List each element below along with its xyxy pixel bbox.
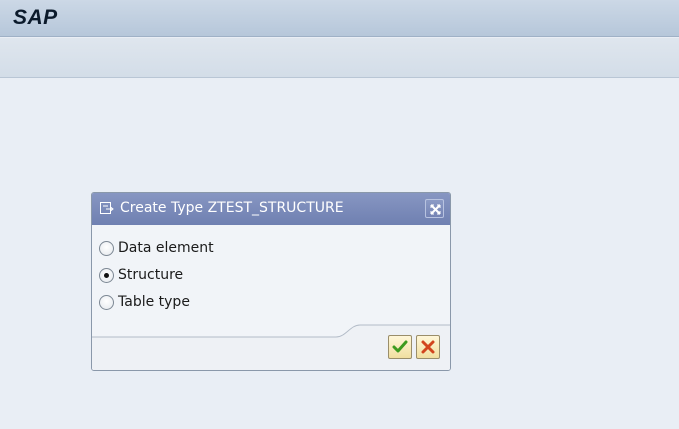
dialog-title: Create Type ZTEST_STRUCTURE	[120, 200, 344, 216]
option-table-type[interactable]: Table type	[97, 291, 317, 313]
dialog-close-button[interactable]	[425, 199, 444, 218]
cancel-button[interactable]	[416, 335, 440, 359]
create-type-dialog: Create Type ZTEST_STRUCTURE Data element…	[91, 192, 451, 371]
close-icon	[430, 204, 441, 215]
dialog-header[interactable]: Create Type ZTEST_STRUCTURE	[92, 193, 450, 225]
option-label: Structure	[118, 267, 184, 283]
radio-table-type[interactable]	[99, 295, 114, 310]
radio-structure[interactable]	[99, 268, 114, 283]
cancel-x-icon	[421, 340, 435, 354]
app-title: SAP	[13, 6, 58, 29]
radio-data-element[interactable]	[99, 241, 114, 256]
ok-button[interactable]	[388, 335, 412, 359]
option-data-element[interactable]: Data element	[97, 237, 317, 259]
toolbar	[0, 38, 679, 78]
check-icon	[392, 340, 408, 353]
option-label: Data element	[118, 240, 214, 256]
dialog-window-icon	[100, 202, 114, 214]
option-structure[interactable]: Structure	[97, 264, 317, 286]
option-label: Table type	[118, 294, 190, 310]
window-title-bar: SAP	[0, 0, 679, 37]
